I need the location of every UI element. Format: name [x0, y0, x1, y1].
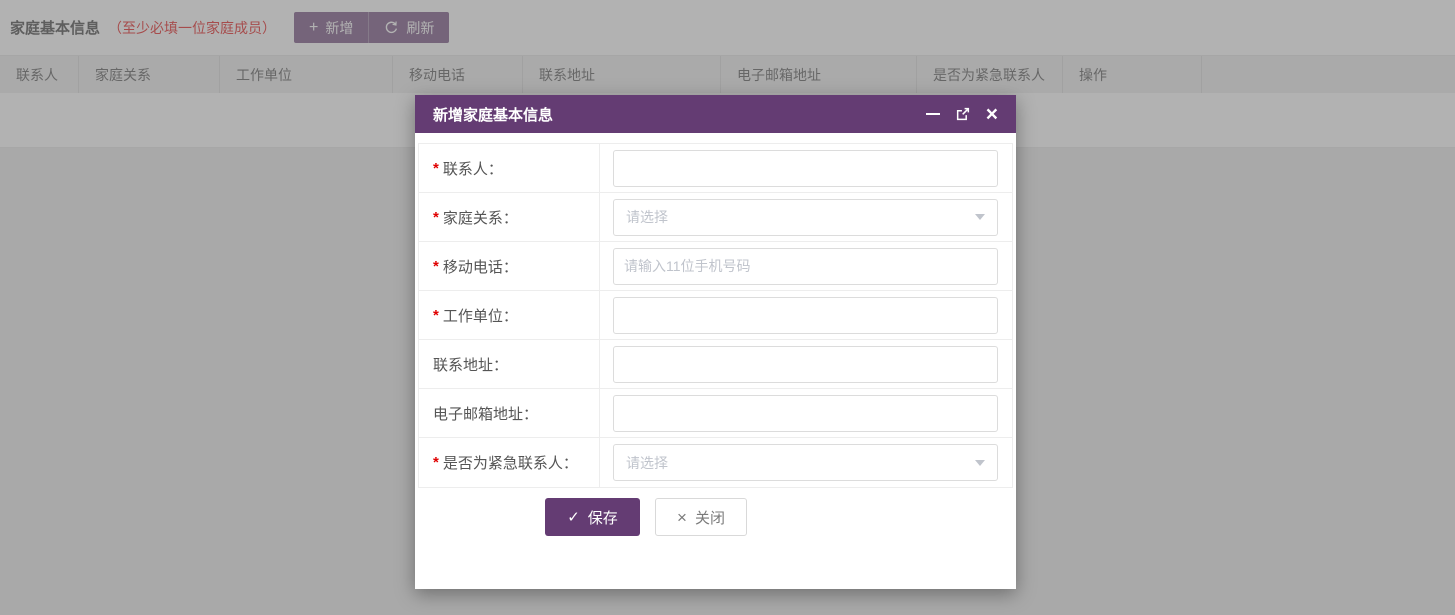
add-family-modal: 新增家庭基本信息 × * 联系人： *	[415, 95, 1016, 589]
emergency-contact-select[interactable]: 请选择	[613, 444, 998, 481]
field-label: * 家庭关系：	[419, 193, 600, 241]
relation-select[interactable]: 请选择	[613, 199, 998, 236]
contact-name-input[interactable]	[613, 150, 998, 187]
field-cell	[600, 291, 1012, 339]
modal-footer: ✓ 保存 × 关闭	[545, 498, 747, 536]
modal-header: 新增家庭基本信息 ×	[415, 95, 1016, 133]
field-cell	[600, 242, 1012, 290]
required-asterisk: *	[433, 160, 439, 177]
field-cell	[600, 144, 1012, 192]
form-row-workunit: * 工作单位：	[419, 291, 1012, 340]
field-label-text: 工作单位：	[443, 305, 518, 326]
field-label-text: 联系人：	[443, 158, 503, 179]
save-button-label: 保存	[588, 507, 618, 528]
x-icon: ×	[677, 509, 687, 526]
minimize-icon[interactable]	[926, 113, 940, 115]
email-input[interactable]	[613, 395, 998, 432]
field-cell: 请选择	[600, 193, 1012, 241]
chevron-down-icon	[975, 214, 985, 220]
mobile-phone-input[interactable]	[613, 248, 998, 285]
check-icon: ✓	[567, 508, 580, 526]
field-label: * 是否为紧急联系人：	[419, 438, 600, 487]
form-row-mobile: * 移动电话：	[419, 242, 1012, 291]
select-placeholder: 请选择	[626, 453, 668, 473]
maximize-icon[interactable]	[955, 106, 971, 122]
field-label-text: 家庭关系：	[443, 207, 518, 228]
required-asterisk: *	[433, 258, 439, 275]
field-label-text: 是否为紧急联系人：	[443, 452, 578, 473]
form-row-emergency: * 是否为紧急联系人： 请选择	[419, 438, 1012, 487]
close-icon[interactable]: ×	[986, 104, 998, 125]
cancel-button[interactable]: × 关闭	[655, 498, 747, 536]
cancel-button-label: 关闭	[695, 507, 725, 528]
field-label: * 工作单位：	[419, 291, 600, 339]
work-unit-input[interactable]	[613, 297, 998, 334]
chevron-down-icon	[975, 460, 985, 466]
field-label: 联系地址：	[419, 340, 600, 388]
field-label-text: 移动电话：	[443, 256, 518, 277]
field-label: * 移动电话：	[419, 242, 600, 290]
form-row-contact: * 联系人：	[419, 144, 1012, 193]
family-form: * 联系人： * 家庭关系： 请选择 * 移动电话：	[418, 143, 1013, 488]
field-label-text: 联系地址：	[433, 354, 508, 375]
field-cell	[600, 389, 1012, 437]
field-cell	[600, 340, 1012, 388]
save-button[interactable]: ✓ 保存	[545, 498, 640, 536]
required-asterisk: *	[433, 454, 439, 471]
field-label-text: 电子邮箱地址：	[433, 403, 538, 424]
form-row-address: 联系地址：	[419, 340, 1012, 389]
field-cell: 请选择	[600, 438, 1012, 487]
contact-address-input[interactable]	[613, 346, 998, 383]
window-controls: ×	[926, 104, 998, 125]
field-label: 电子邮箱地址：	[419, 389, 600, 437]
field-label: * 联系人：	[419, 144, 600, 192]
form-row-relation: * 家庭关系： 请选择	[419, 193, 1012, 242]
select-placeholder: 请选择	[626, 207, 668, 227]
required-asterisk: *	[433, 209, 439, 226]
modal-title: 新增家庭基本信息	[433, 104, 553, 125]
required-asterisk: *	[433, 307, 439, 324]
form-row-email: 电子邮箱地址：	[419, 389, 1012, 438]
